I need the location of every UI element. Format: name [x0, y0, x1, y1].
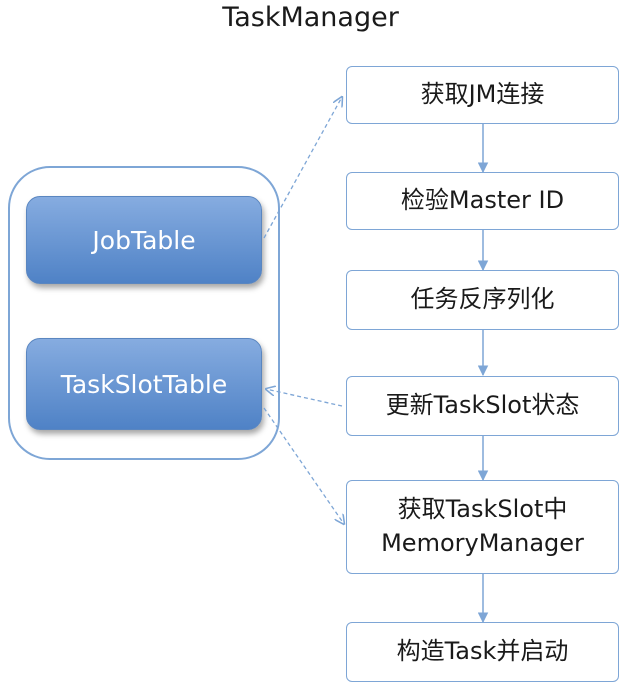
step-get-jm-connection: 获取JM连接	[346, 66, 619, 124]
jobtable-to-jm-link	[263, 97, 342, 239]
slottable-to-memorymanager-link	[263, 407, 344, 524]
step-task-deserialize: 任务反序列化	[346, 270, 619, 330]
step-verify-master-id: 检验Master ID	[346, 172, 619, 230]
step-update-taskslot-state: 更新TaskSlot状态	[346, 376, 619, 436]
step-build-and-start-task: 构造Task并启动	[346, 622, 619, 682]
slotstate-to-slottable-link	[266, 389, 343, 407]
step-get-memory-manager: 获取TaskSlot中 MemoryManager	[346, 480, 619, 574]
